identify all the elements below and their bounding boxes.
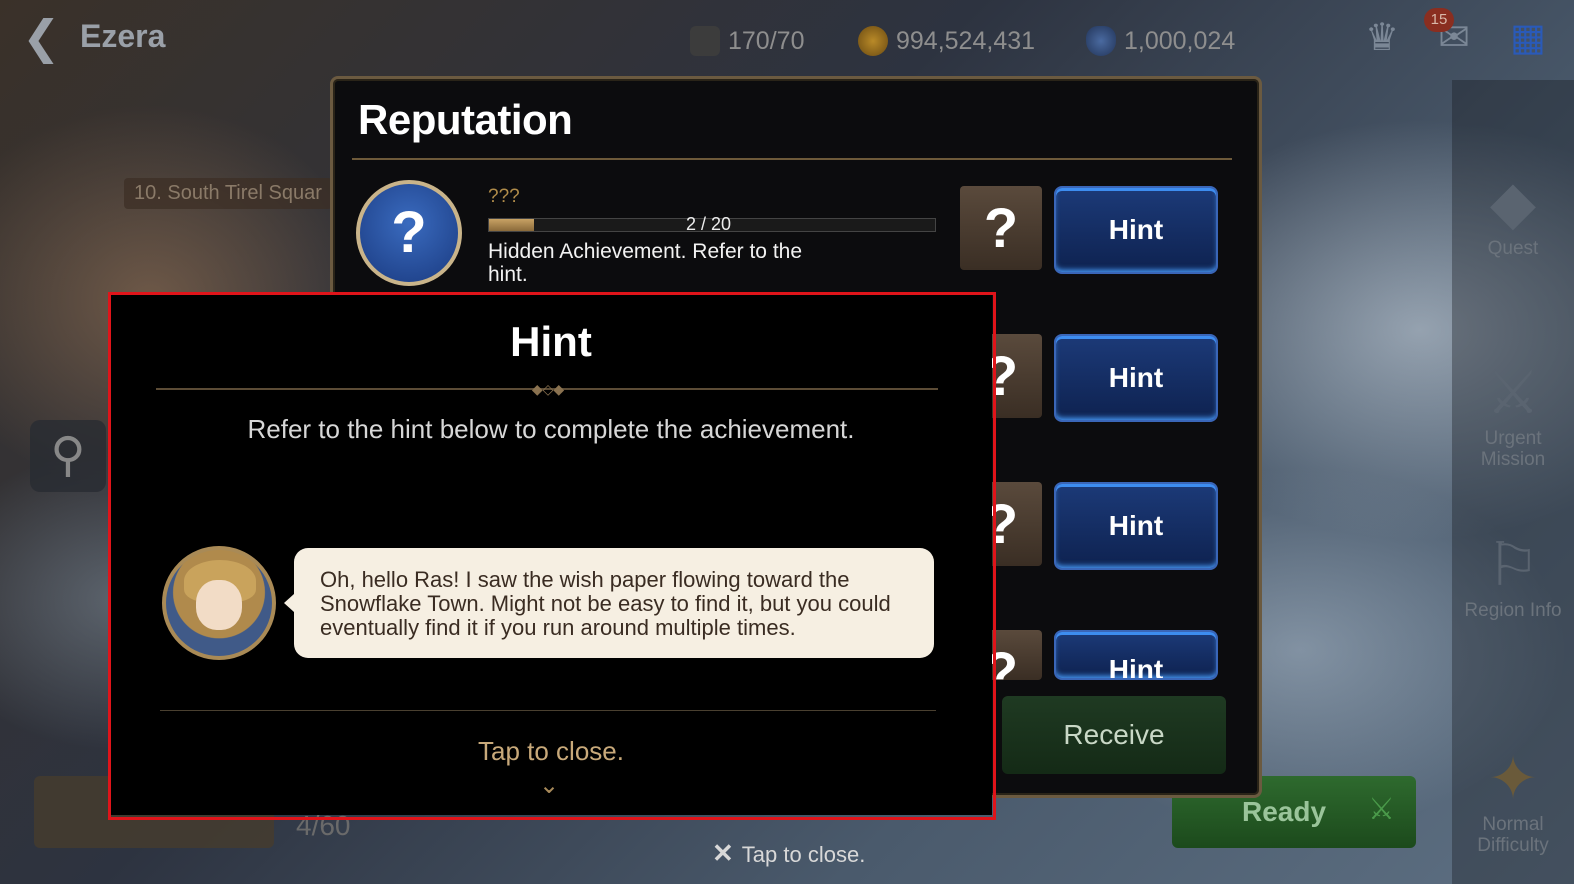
sidebar-item-difficulty[interactable]: ✦ Normal Difficulty [1452,744,1574,856]
hint-button[interactable]: Hint [1054,630,1218,680]
back-arrow-icon[interactable]: ❮ [22,14,66,60]
dialogue-bubble: Oh, hello Ras! I saw the wish paper flow… [284,548,934,658]
ornament-icon: ◆◇◆ [531,381,565,397]
sidebar-item-label: Urgent Mission [1480,428,1546,470]
sidebar-item-label: Normal Difficulty [1477,814,1549,856]
hidden-reward-icon: ? [960,186,1042,270]
region-info-icon: ⚐ [1486,531,1540,598]
hint-instruction: Refer to the hint below to complete the … [247,414,855,444]
crossed-swords-icon: ⚔ [1368,793,1395,826]
achievement-description: Hidden Achievement. Refer to the hint. [488,240,803,286]
tap-to-close-hint[interactable]: ✕ Tap to close. [712,838,865,869]
region-name: Ezera [80,18,166,54]
stamina-max: /70 [769,26,805,55]
character-portrait [162,546,276,660]
party-icon[interactable]: ♛ [1358,14,1406,62]
urgent-mission-icon: ⚔ [1486,359,1540,426]
progress-fill [489,219,534,231]
gold-coin-icon [858,26,888,56]
mail-count-badge: 15 [1424,8,1454,32]
divider [160,710,936,711]
close-icon: ✕ [712,838,734,868]
crystal-counter[interactable]: 1,000,024 [1086,26,1235,56]
gold-value: 994,524,431 [896,26,1036,55]
sidebar-item-urgent-mission[interactable]: ⚔ Urgent Mission [1452,358,1574,470]
crystal-value: 1,000,024 [1124,26,1236,55]
achievement-name: ??? [488,186,520,207]
sidebar-item-label: Quest [1487,238,1539,259]
gold-counter[interactable]: 994,524,431 [858,26,1035,56]
reputation-title: Reputation [358,96,573,143]
stamina-counter[interactable]: 170/70 [690,26,804,56]
hint-button[interactable]: Hint [1054,334,1218,422]
sidebar-item-label: Region Info [1464,600,1562,621]
sidebar-item-quest[interactable]: ◆ Quest [1452,168,1574,259]
hint-button[interactable]: Hint [1054,186,1218,274]
zoom-out-icon[interactable]: ⚲ [30,420,106,492]
hint-button[interactable]: Hint [1054,482,1218,570]
difficulty-icon: ✦ [1487,745,1539,812]
map-location-label[interactable]: 10. South Tirel Squar [124,178,332,209]
crystal-icon [1086,26,1116,56]
progress-text: 2 / 20 [686,214,732,234]
stamina-icon [690,26,720,56]
hint-popup-title: Hint [510,318,592,365]
top-bar: ❮ Ezera 170/70 994,524,431 1,000,024 ♛ ✉… [0,0,1574,80]
divider [352,158,1232,160]
dialogue-text: Oh, hello Ras! I saw the wish paper flow… [320,567,891,640]
achievement-badge-icon: ? [356,180,462,286]
tap-to-close-label[interactable]: Tap to close. [110,736,992,767]
menu-grid-icon[interactable]: ▦ [1504,14,1552,62]
stamina-value: 170 [728,26,770,55]
receive-button[interactable]: Receive [1002,696,1226,774]
tap-to-close-label: Tap to close. [741,842,866,867]
sidebar-item-region-info[interactable]: ⚐ Region Info [1452,530,1574,621]
quest-icon: ◆ [1489,169,1537,236]
chevron-down-icon: ⌄ [538,772,560,799]
ready-label: Ready [1242,796,1327,827]
